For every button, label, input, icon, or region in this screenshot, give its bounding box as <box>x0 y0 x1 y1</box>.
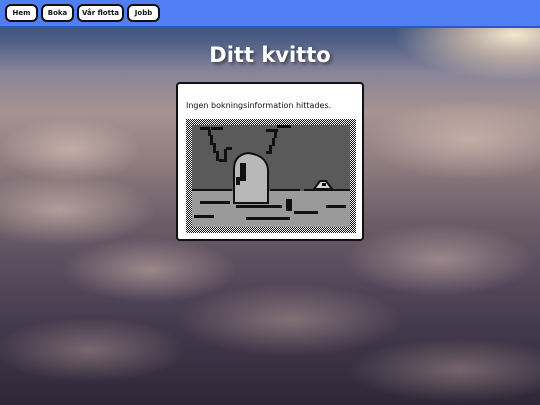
page-title: Ditt kvitto <box>209 43 331 67</box>
nav-button-hem[interactable]: Hem <box>5 4 38 22</box>
receipt-card: Ingen bokningsinformation hittades. <box>176 82 364 241</box>
nav-button-boka[interactable]: Boka <box>41 4 74 22</box>
no-booking-message: Ingen bokningsinformation hittades. <box>186 101 332 110</box>
top-navigation-bar: Hem Boka Vår flotta Jobb <box>0 0 540 28</box>
nav-button-var-flotta[interactable]: Vår flotta <box>77 4 124 22</box>
pixel-art-image-placeholder-icon <box>186 119 356 233</box>
nav-button-jobb[interactable]: Jobb <box>127 4 160 22</box>
